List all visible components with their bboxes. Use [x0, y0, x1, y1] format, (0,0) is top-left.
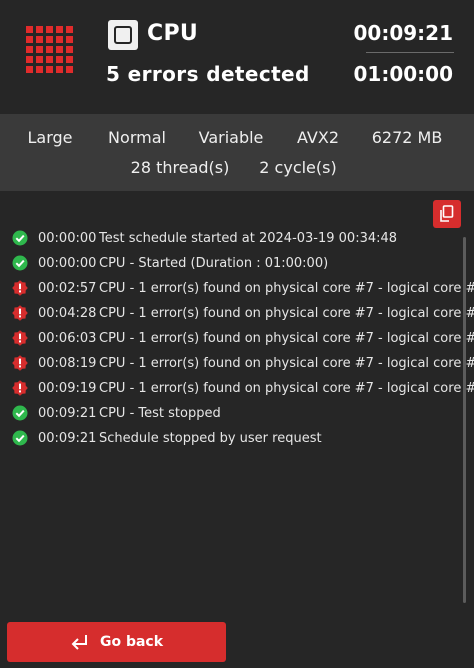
error-alert-icon — [12, 380, 28, 396]
param-instruction-set: AVX2 — [296, 128, 340, 147]
go-back-button[interactable]: Go back — [7, 622, 226, 662]
log-timestamp: 00:09:21 — [38, 405, 97, 421]
test-parameters: Large Normal Variable AVX2 6272 MB 28 th… — [0, 114, 474, 191]
error-alert-icon — [12, 280, 28, 296]
log-message: CPU - 1 error(s) found on physical core … — [99, 330, 474, 346]
log-timestamp: 00:06:03 — [38, 330, 97, 346]
success-check-icon — [12, 430, 28, 446]
copy-icon — [440, 205, 454, 222]
error-alert-icon — [12, 355, 28, 371]
log-timestamp: 00:09:21 — [38, 430, 97, 446]
log-timestamp: 00:00:00 — [38, 255, 97, 271]
log-message: CPU - 1 error(s) found on physical core … — [99, 280, 474, 296]
go-back-label: Go back — [99, 634, 164, 650]
param-memory: 6272 MB — [371, 128, 443, 147]
param-threads: 28 thread(s) — [130, 158, 230, 177]
param-size: Large — [27, 128, 73, 147]
return-arrow-icon — [71, 635, 87, 650]
log-message: CPU - Test stopped — [99, 405, 221, 421]
log-entry: 00:09:19 CPU - 1 error(s) found on physic… — [12, 377, 474, 399]
log-message: CPU - Started (Duration : 01:00:00) — [99, 255, 329, 271]
log-entry: 00:04:28 CPU - 1 error(s) found on physic… — [12, 302, 474, 324]
log-message: CPU - 1 error(s) found on physical core … — [99, 305, 474, 321]
success-check-icon — [12, 230, 28, 246]
time-divider — [366, 52, 454, 53]
grid-logo-icon — [26, 26, 73, 73]
log-timestamp: 00:02:57 — [38, 280, 97, 296]
log-entry: 00:00:00 Test schedule started at 2024-03… — [12, 227, 397, 249]
log-entry: 00:09:21 CPU - Test stopped — [12, 402, 221, 424]
log-entry: 00:08:19 CPU - 1 error(s) found on physic… — [12, 352, 474, 374]
log-message: CPU - 1 error(s) found on physical core … — [99, 355, 474, 371]
log-message: Test schedule started at 2024-03-19 00:3… — [99, 230, 398, 246]
log-message: CPU - 1 error(s) found on physical core … — [99, 380, 474, 396]
page-title: CPU — [147, 21, 199, 46]
log-entry: 00:00:00 CPU - Started (Duration : 01:00:… — [12, 252, 328, 274]
success-check-icon — [12, 255, 28, 271]
log-timestamp: 00:09:19 — [38, 380, 97, 396]
log-entry: 00:02:57 CPU - 1 error(s) found on physic… — [12, 277, 474, 299]
header: CPU 5 errors detected 00:09:21 01:00:00 — [0, 0, 474, 114]
cpu-chip-icon — [108, 20, 138, 50]
total-duration: 01:00:00 — [353, 62, 454, 86]
error-alert-icon — [12, 330, 28, 346]
log-timestamp: 00:04:28 — [38, 305, 97, 321]
log-message: Schedule stopped by user request — [99, 430, 322, 446]
success-check-icon — [12, 405, 28, 421]
error-summary: 5 errors detected — [106, 62, 310, 86]
log-entry: 00:09:21 Schedule stopped by user request — [12, 427, 322, 449]
elapsed-time: 00:09:21 — [353, 21, 454, 45]
param-cycles: 2 cycle(s) — [259, 158, 337, 177]
log-timestamp: 00:08:19 — [38, 355, 97, 371]
copy-log-button[interactable] — [433, 200, 461, 228]
log-timestamp: 00:00:00 — [38, 230, 97, 246]
param-mode: Normal — [108, 128, 166, 147]
param-pattern: Variable — [198, 128, 264, 147]
log-entry: 00:06:03 CPU - 1 error(s) found on physic… — [12, 327, 474, 349]
error-alert-icon — [12, 305, 28, 321]
